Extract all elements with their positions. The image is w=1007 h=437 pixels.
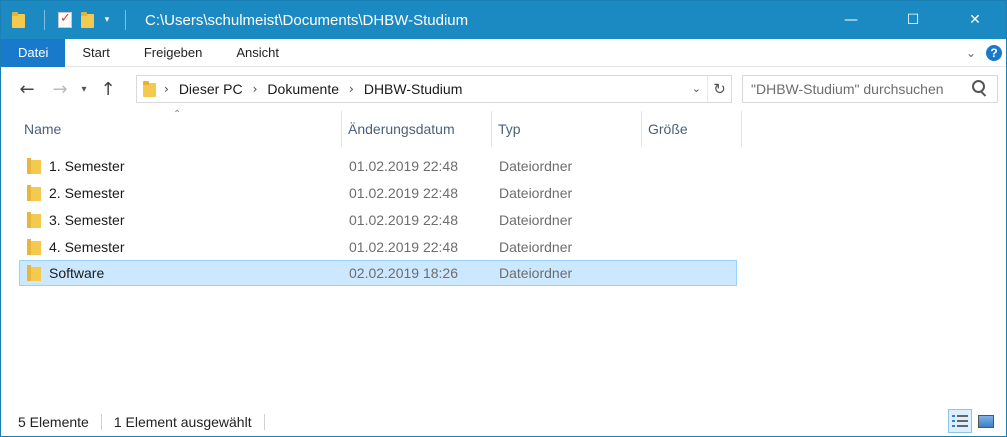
search-input[interactable]: "DHBW-Studium" durchsuchen xyxy=(751,81,969,97)
window-controls: — ☐ ✕ xyxy=(820,1,1006,39)
file-date: 01.02.2019 22:48 xyxy=(349,185,458,201)
status-divider xyxy=(100,413,102,430)
details-view-icon xyxy=(952,414,968,428)
window-folder-icon[interactable] xyxy=(1,1,35,39)
folder-icon xyxy=(27,212,41,228)
forward-arrow-icon[interactable]: → xyxy=(45,75,75,103)
chevron-right-icon[interactable]: › xyxy=(164,82,169,96)
list-item[interactable]: 1. Semester 01.02.2019 22:48 Dateiordner xyxy=(19,153,737,179)
column-header-type[interactable]: Typ xyxy=(492,111,642,147)
list-item[interactable]: 3. Semester 01.02.2019 22:48 Dateiordner xyxy=(19,207,737,233)
search-box[interactable]: "DHBW-Studium" durchsuchen xyxy=(742,75,998,103)
file-name: 2. Semester xyxy=(49,185,125,201)
folder-icon xyxy=(27,185,41,201)
address-dropdown-icon[interactable]: ⌄ xyxy=(692,82,701,95)
breadcrumb-dhbw-studium[interactable]: DHBW-Studium xyxy=(364,81,463,97)
column-header-size[interactable]: Größe xyxy=(642,111,742,147)
chevron-right-icon[interactable]: › xyxy=(253,82,258,96)
tab-ansicht[interactable]: Ansicht xyxy=(219,39,296,67)
list-item[interactable]: 4. Semester 01.02.2019 22:48 Dateiordner xyxy=(19,234,737,260)
folder-icon xyxy=(27,265,41,281)
tab-start[interactable]: Start xyxy=(65,39,126,67)
file-name: 4. Semester xyxy=(49,239,125,255)
details-view-button[interactable] xyxy=(948,409,972,433)
up-arrow-icon[interactable]: ↑ xyxy=(93,75,123,103)
column-header-date[interactable]: Änderungsdatum xyxy=(342,111,492,147)
toolbar-divider xyxy=(44,10,45,30)
title-bar: ▾ C:\Users\schulmeist\Documents\DHBW-Stu… xyxy=(1,1,1006,39)
file-date: 01.02.2019 22:48 xyxy=(349,158,458,174)
file-type: Dateiordner xyxy=(499,265,573,281)
folder-icon xyxy=(27,239,41,255)
close-button[interactable]: ✕ xyxy=(944,1,1006,39)
maximize-button[interactable]: ☐ xyxy=(882,1,944,39)
recent-locations-icon[interactable]: ▾ xyxy=(75,75,93,103)
status-divider xyxy=(263,413,265,430)
file-date: 02.02.2019 18:26 xyxy=(349,265,458,281)
ribbon-right: ⌄ ? xyxy=(966,39,1002,67)
window-title: C:\Users\schulmeist\Documents\DHBW-Studi… xyxy=(145,11,469,29)
quick-access-toolbar: ▾ xyxy=(1,1,135,39)
file-type: Dateiordner xyxy=(499,158,573,174)
folder-icon xyxy=(27,158,41,174)
file-date: 01.02.2019 22:48 xyxy=(349,212,458,228)
chevron-right-icon[interactable]: › xyxy=(349,82,354,96)
item-count: 5 Elemente xyxy=(18,413,89,430)
tab-freigeben[interactable]: Freigeben xyxy=(127,39,220,67)
file-name: 3. Semester xyxy=(49,212,125,228)
file-name: 1. Semester xyxy=(49,158,125,174)
ribbon-tabs: Datei Start Freigeben Ansicht ⌄ ? xyxy=(1,38,1006,67)
minimize-button[interactable]: — xyxy=(820,1,882,39)
refresh-icon[interactable]: ↻ xyxy=(707,76,731,102)
customize-toolbar-icon[interactable]: ▾ xyxy=(98,1,116,39)
file-type: Dateiordner xyxy=(499,212,573,228)
back-arrow-icon[interactable]: ← xyxy=(9,75,45,103)
column-header-name[interactable]: Name xyxy=(18,111,342,147)
list-item-selected[interactable]: Software 02.02.2019 18:26 Dateiordner xyxy=(19,260,737,286)
expand-ribbon-icon[interactable]: ⌄ xyxy=(966,46,976,60)
address-folder-icon xyxy=(143,81,156,97)
list-item[interactable]: 2. Semester 01.02.2019 22:48 Dateiordner xyxy=(19,180,737,206)
explorer-window: ▾ C:\Users\schulmeist\Documents\DHBW-Stu… xyxy=(0,0,1007,437)
file-date: 01.02.2019 22:48 xyxy=(349,239,458,255)
search-icon[interactable] xyxy=(969,78,991,100)
properties-icon[interactable] xyxy=(54,1,76,39)
new-folder-icon[interactable] xyxy=(76,1,98,39)
file-type: Dateiordner xyxy=(499,239,573,255)
large-icons-view-button[interactable] xyxy=(974,409,998,433)
file-type: Dateiordner xyxy=(499,185,573,201)
tab-datei[interactable]: Datei xyxy=(1,38,66,67)
toolbar-divider xyxy=(125,10,126,30)
status-bar: 5 Elemente 1 Element ausgewählt xyxy=(1,407,1006,436)
selection-count: 1 Element ausgewählt xyxy=(113,413,252,430)
help-icon[interactable]: ? xyxy=(986,45,1002,61)
view-switcher xyxy=(948,409,998,433)
large-icons-view-icon xyxy=(978,414,994,428)
file-name: Software xyxy=(49,265,105,281)
column-headers: ⌃ Name Änderungsdatum Typ Größe xyxy=(1,109,1006,147)
navigation-bar: ← → ▾ ↑ › Dieser PC › Dokumente › DHBW-S… xyxy=(1,67,1006,111)
breadcrumb-dokumente[interactable]: Dokumente xyxy=(267,81,339,97)
address-bar[interactable]: › Dieser PC › Dokumente › DHBW-Studium ⌄… xyxy=(136,75,732,103)
breadcrumb-dieser-pc[interactable]: Dieser PC xyxy=(179,81,243,97)
